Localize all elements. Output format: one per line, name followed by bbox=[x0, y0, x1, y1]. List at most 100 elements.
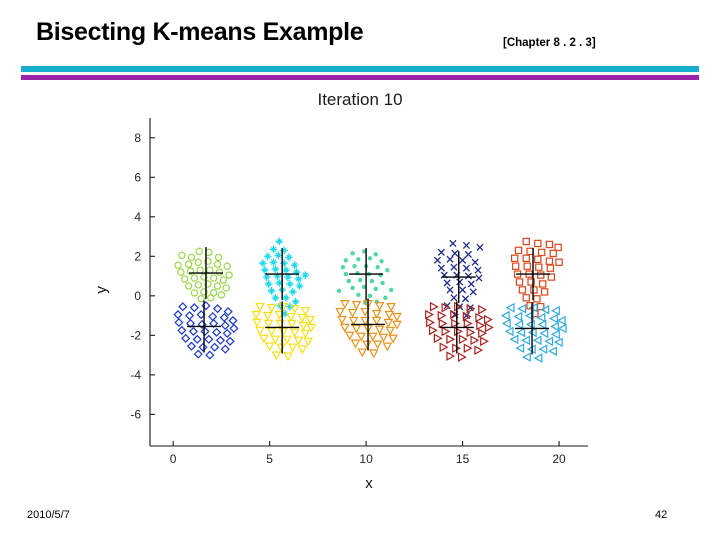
data-point bbox=[522, 294, 530, 302]
data-point bbox=[207, 294, 215, 302]
data-point bbox=[194, 258, 202, 266]
data-point bbox=[437, 264, 445, 272]
data-point bbox=[282, 335, 292, 345]
data-point bbox=[513, 311, 523, 322]
data-point bbox=[554, 243, 562, 252]
cluster-cluster-green-circles bbox=[174, 247, 233, 303]
data-point bbox=[336, 288, 342, 294]
y-tick-label: 4 bbox=[134, 210, 141, 224]
data-point bbox=[533, 353, 543, 363]
data-point bbox=[478, 328, 488, 339]
plot-ticks: 86420-2-4-60 5 10 15 20 bbox=[130, 131, 566, 466]
data-point bbox=[454, 326, 463, 337]
data-point bbox=[348, 316, 359, 326]
footer-page-number: 42 bbox=[655, 509, 668, 521]
data-point bbox=[181, 333, 191, 343]
data-point bbox=[350, 339, 361, 349]
data-point bbox=[464, 272, 472, 280]
data-point bbox=[388, 287, 394, 293]
data-point bbox=[392, 312, 402, 322]
data-point bbox=[282, 266, 290, 275]
data-point bbox=[174, 317, 184, 328]
data-point bbox=[443, 279, 451, 287]
data-point bbox=[198, 342, 208, 352]
y-tick-label: 0 bbox=[134, 289, 141, 303]
data-point bbox=[461, 295, 470, 303]
cluster-cluster-cyan-stars bbox=[258, 237, 310, 318]
data-point bbox=[510, 254, 519, 262]
data-point bbox=[441, 326, 451, 337]
data-point bbox=[471, 258, 479, 266]
data-point bbox=[352, 263, 357, 269]
data-point bbox=[292, 268, 301, 277]
data-point bbox=[476, 320, 486, 331]
data-point bbox=[373, 286, 378, 292]
data-point bbox=[515, 343, 525, 354]
data-point bbox=[291, 297, 300, 306]
data-point bbox=[300, 306, 311, 316]
data-point bbox=[544, 336, 554, 347]
data-point bbox=[385, 326, 396, 336]
data-point bbox=[223, 262, 231, 270]
data-point bbox=[275, 319, 286, 329]
data-point bbox=[213, 260, 222, 268]
data-point bbox=[437, 310, 447, 321]
data-point bbox=[449, 239, 457, 248]
data-point bbox=[515, 278, 524, 286]
data-point bbox=[351, 301, 362, 310]
data-point bbox=[459, 256, 467, 264]
data-point bbox=[462, 264, 471, 272]
data-point bbox=[177, 268, 185, 276]
header-rule-cyan bbox=[21, 66, 699, 72]
data-point bbox=[205, 350, 215, 360]
data-point bbox=[551, 305, 560, 316]
data-point bbox=[274, 251, 283, 260]
data-point bbox=[193, 349, 203, 359]
data-point bbox=[382, 342, 393, 352]
data-point bbox=[474, 345, 484, 355]
x-axis-title: x bbox=[365, 475, 373, 492]
data-point bbox=[184, 282, 193, 290]
cluster-cluster-lightblue-triangles bbox=[500, 302, 567, 363]
data-point bbox=[438, 318, 448, 329]
data-point bbox=[288, 287, 297, 296]
data-point bbox=[521, 335, 530, 346]
data-point bbox=[208, 312, 218, 322]
data-point bbox=[267, 286, 276, 295]
data-point bbox=[525, 319, 535, 330]
data-point bbox=[205, 248, 213, 257]
data-point bbox=[509, 334, 519, 345]
data-point bbox=[547, 273, 556, 281]
x-tick-label: 15 bbox=[456, 452, 470, 466]
data-point bbox=[546, 264, 555, 272]
data-point bbox=[343, 271, 349, 277]
data-point bbox=[264, 342, 275, 352]
data-point bbox=[446, 334, 456, 345]
data-point bbox=[285, 280, 294, 288]
data-point bbox=[379, 259, 384, 264]
y-tick-label: -4 bbox=[130, 368, 141, 382]
data-point bbox=[190, 274, 199, 282]
data-point bbox=[514, 246, 523, 255]
data-point bbox=[533, 295, 541, 303]
data-point bbox=[463, 343, 473, 354]
y-tick-label: 2 bbox=[134, 249, 141, 263]
data-point bbox=[252, 318, 262, 328]
y-tick-label: -6 bbox=[130, 407, 141, 421]
data-point bbox=[439, 342, 449, 353]
data-point bbox=[470, 335, 480, 346]
data-point bbox=[378, 333, 389, 343]
data-point bbox=[540, 288, 549, 296]
scatter-plot: 86420-2-4-60 5 10 15 20 xy bbox=[93, 118, 588, 492]
data-point bbox=[374, 325, 385, 335]
footer-date: 2010/5/7 bbox=[27, 509, 70, 521]
data-point bbox=[195, 247, 203, 256]
x-tick-label: 5 bbox=[266, 452, 273, 466]
data-point bbox=[293, 336, 304, 346]
data-point bbox=[536, 312, 546, 323]
data-point bbox=[280, 259, 289, 268]
data-point bbox=[380, 280, 385, 286]
data-point bbox=[344, 331, 355, 341]
data-point bbox=[517, 303, 527, 314]
data-point bbox=[212, 304, 223, 314]
